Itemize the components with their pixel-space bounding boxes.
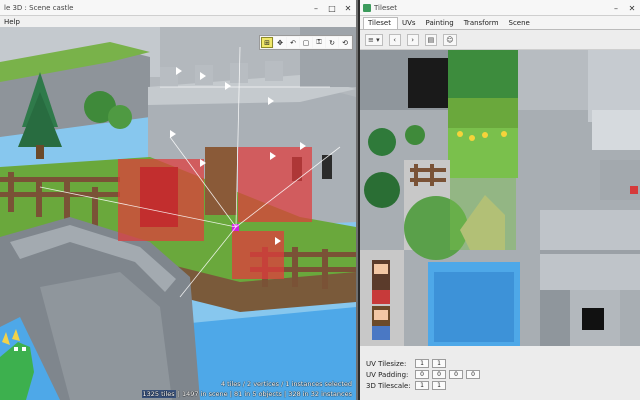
scene-viewport[interactable]: ⊞ ✥ ↶ ▢ ⚿ ↻ ⟲ 4 tiles / 2 vertices / 1 i… bbox=[0, 27, 356, 400]
uv-tilesize-row: UV Tilesize: 1 1 bbox=[366, 358, 640, 369]
uv-padding-top[interactable]: 0 bbox=[432, 370, 446, 379]
uv-padding-label: UV Padding: bbox=[366, 370, 409, 379]
tab-scene[interactable]: Scene bbox=[505, 19, 536, 29]
scene-render bbox=[0, 27, 356, 400]
tileset-image bbox=[360, 50, 640, 346]
rotate-icon[interactable]: ↻ bbox=[326, 37, 338, 48]
uv-padding-right[interactable]: 0 bbox=[449, 370, 463, 379]
uv-padding-bottom[interactable]: 0 bbox=[466, 370, 480, 379]
refresh-icon[interactable]: ⟲ bbox=[339, 37, 351, 48]
page-icon[interactable]: ▤ bbox=[424, 33, 438, 46]
move-icon[interactable]: ✥ bbox=[274, 37, 286, 48]
scene-menubar: Help bbox=[0, 16, 356, 27]
tileset-scrollbar[interactable] bbox=[635, 50, 639, 346]
minimize-icon[interactable]: – bbox=[308, 0, 324, 16]
app-icon bbox=[363, 3, 371, 12]
menu-help[interactable]: Help bbox=[4, 18, 20, 26]
uv-padding-row: UV Padding: 0 0 0 0 bbox=[366, 369, 640, 380]
tileset-window-title: Tileset bbox=[374, 3, 397, 12]
lock-icon[interactable]: ⚿ bbox=[313, 37, 325, 48]
tab-transform[interactable]: Transform bbox=[460, 19, 505, 29]
scene-stats: 1325 tiles | 1497 in scene | 81 in 5 obj… bbox=[141, 390, 352, 398]
person-icon[interactable]: ☺ bbox=[443, 33, 457, 46]
uv-padding-left[interactable]: 0 bbox=[415, 370, 429, 379]
tileset-toolbar: ≡ ▾ ‹ › ▤ ☺ bbox=[360, 30, 640, 50]
scene-stats-tiles: 1325 tiles bbox=[141, 390, 176, 398]
scene-window-title: le 3D : Scene castle bbox=[4, 3, 74, 12]
tileset-window: Tileset – ✕ Tileset UVs Painting Transfo… bbox=[360, 0, 640, 400]
tileset-tabs: Tileset UVs Painting Transform Scene bbox=[360, 16, 640, 30]
uv-tilesize-label: UV Tilesize: bbox=[366, 359, 407, 368]
tileset-window-titlebar: Tileset – ✕ bbox=[360, 0, 640, 16]
tilescale-x[interactable]: 1 bbox=[415, 381, 429, 390]
uv-tilesize-y[interactable]: 1 bbox=[432, 359, 446, 368]
frame-icon[interactable]: ▢ bbox=[300, 37, 312, 48]
close-icon[interactable]: ✕ bbox=[340, 0, 356, 16]
minimize-icon[interactable]: – bbox=[608, 0, 624, 16]
maximize-icon[interactable]: □ bbox=[324, 0, 340, 16]
tileset-canvas[interactable] bbox=[360, 50, 640, 346]
selection-status: 4 tiles / 2 vertices / 1 instances selec… bbox=[220, 380, 352, 388]
scene-window-titlebar: le 3D : Scene castle – □ ✕ bbox=[0, 0, 356, 16]
tab-uvs[interactable]: UVs bbox=[398, 19, 422, 29]
tileset-properties: UV Tilesize: 1 1 UV Padding: 0 0 0 0 3D … bbox=[360, 346, 640, 400]
menu-icon[interactable]: ≡ ▾ bbox=[365, 33, 383, 46]
undo-icon[interactable]: ↶ bbox=[287, 37, 299, 48]
uv-tilesize-x[interactable]: 1 bbox=[415, 359, 429, 368]
tab-tileset[interactable]: Tileset bbox=[363, 17, 398, 29]
scene-window: le 3D : Scene castle – □ ✕ Help ⊞ ✥ ↶ ▢ … bbox=[0, 0, 358, 400]
scene-stats-rest: | 1497 in scene | 81 in 5 objects | 328 … bbox=[175, 390, 352, 398]
viewport-toolbar: ⊞ ✥ ↶ ▢ ⚿ ↻ ⟲ bbox=[259, 35, 353, 50]
close-icon[interactable]: ✕ bbox=[624, 0, 640, 16]
tilescale-row: 3D Tilescale: 1 1 bbox=[366, 380, 640, 391]
tilescale-label: 3D Tilescale: bbox=[366, 381, 411, 390]
forward-icon[interactable]: › bbox=[406, 33, 419, 46]
tilescale-y[interactable]: 1 bbox=[432, 381, 446, 390]
back-icon[interactable]: ‹ bbox=[388, 33, 401, 46]
tab-painting[interactable]: Painting bbox=[422, 19, 460, 29]
grid-snap-icon[interactable]: ⊞ bbox=[261, 37, 273, 48]
